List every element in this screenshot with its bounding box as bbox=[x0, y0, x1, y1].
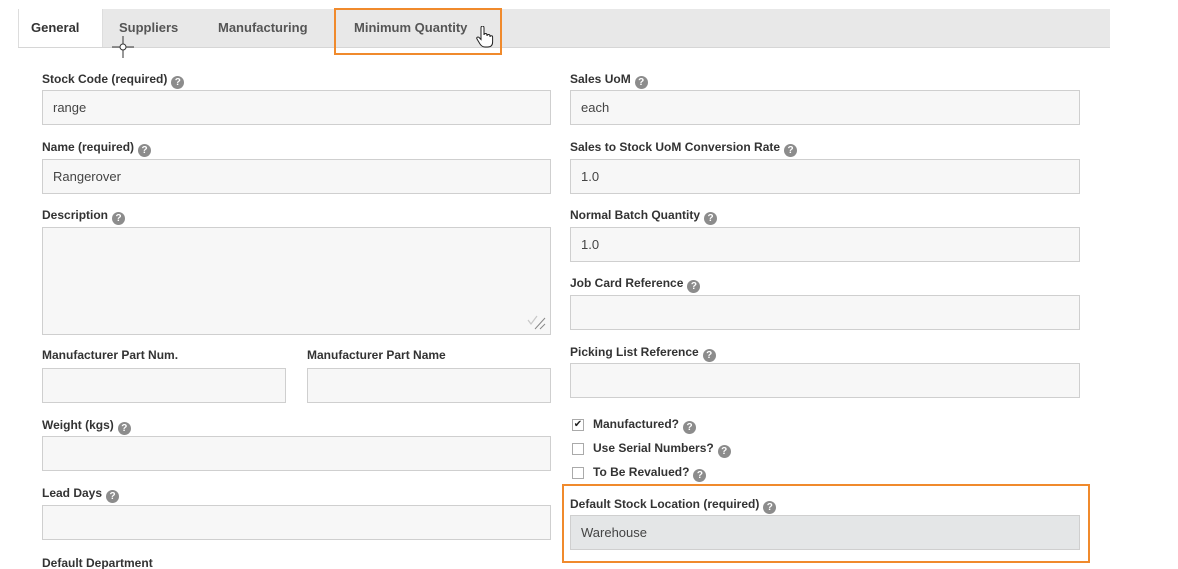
description-label: Description? bbox=[42, 208, 126, 225]
tab-manufacturing[interactable]: Manufacturing bbox=[218, 9, 338, 47]
help-icon[interactable]: ? bbox=[171, 76, 185, 89]
help-icon[interactable]: ? bbox=[634, 76, 648, 89]
mfr-part-num-label: Manufacturer Part Num. bbox=[42, 348, 179, 362]
help-icon[interactable]: ? bbox=[763, 501, 777, 514]
name-label: Name (required)? bbox=[42, 140, 152, 157]
weight-input[interactable] bbox=[42, 436, 551, 471]
default-department-clip: Default Department bbox=[0, 554, 560, 569]
default-location-select[interactable]: Warehouse bbox=[570, 515, 1080, 550]
sales-uom-input[interactable]: each bbox=[570, 90, 1080, 125]
stock-code-input[interactable]: range bbox=[42, 90, 551, 125]
mfr-part-name-input[interactable] bbox=[307, 368, 551, 403]
name-input[interactable]: Rangerover bbox=[42, 159, 551, 194]
sales-uom-label: Sales UoM? bbox=[570, 72, 648, 89]
weight-label: Weight (kgs)? bbox=[42, 418, 131, 435]
tab-bar: General Suppliers Manufacturing Minimum … bbox=[18, 9, 1110, 48]
lead-days-label: Lead Days? bbox=[42, 486, 120, 503]
help-icon[interactable]: ? bbox=[112, 212, 126, 225]
default-location-label: Default Stock Location (required)? bbox=[570, 497, 777, 514]
help-icon[interactable]: ? bbox=[693, 469, 707, 482]
conversion-rate-input[interactable]: 1.0 bbox=[570, 159, 1080, 194]
job-card-input[interactable] bbox=[570, 295, 1080, 330]
mfr-part-num-input[interactable] bbox=[42, 368, 286, 403]
job-card-label: Job Card Reference? bbox=[570, 276, 701, 293]
picking-list-label: Picking List Reference? bbox=[570, 345, 716, 362]
lead-days-input[interactable] bbox=[42, 505, 551, 540]
use-serial-numbers-label: Use Serial Numbers?? bbox=[593, 441, 731, 458]
manufactured-checkbox[interactable]: ✔ bbox=[572, 419, 584, 431]
help-icon[interactable]: ? bbox=[717, 445, 731, 458]
description-textarea[interactable] bbox=[42, 227, 551, 335]
to-be-revalued-label: To Be Revalued?? bbox=[593, 465, 707, 482]
picking-list-input[interactable] bbox=[570, 363, 1080, 398]
to-be-revalued-checkbox[interactable] bbox=[572, 467, 584, 479]
use-serial-numbers-checkbox[interactable] bbox=[572, 443, 584, 455]
hand-pointer-icon bbox=[476, 26, 494, 48]
default-department-label: Default Department bbox=[42, 556, 153, 569]
help-icon[interactable]: ? bbox=[683, 421, 697, 434]
help-icon[interactable]: ? bbox=[106, 490, 120, 503]
crosshair-cursor-icon bbox=[112, 36, 134, 58]
help-icon[interactable]: ? bbox=[784, 144, 798, 157]
help-icon[interactable]: ? bbox=[704, 212, 718, 225]
resize-handle-icon[interactable] bbox=[526, 314, 546, 330]
conversion-rate-label: Sales to Stock UoM Conversion Rate? bbox=[570, 140, 798, 157]
manufactured-label: Manufactured?? bbox=[593, 417, 697, 434]
help-icon[interactable]: ? bbox=[138, 144, 152, 157]
help-icon[interactable]: ? bbox=[702, 349, 716, 362]
batch-qty-label: Normal Batch Quantity? bbox=[570, 208, 718, 225]
batch-qty-input[interactable]: 1.0 bbox=[570, 227, 1080, 262]
tab-general[interactable]: General bbox=[18, 9, 103, 47]
help-icon[interactable]: ? bbox=[117, 422, 131, 435]
stock-code-label: Stock Code (required)? bbox=[42, 72, 185, 89]
help-icon[interactable]: ? bbox=[687, 280, 701, 293]
mfr-part-name-label: Manufacturer Part Name bbox=[307, 348, 446, 362]
